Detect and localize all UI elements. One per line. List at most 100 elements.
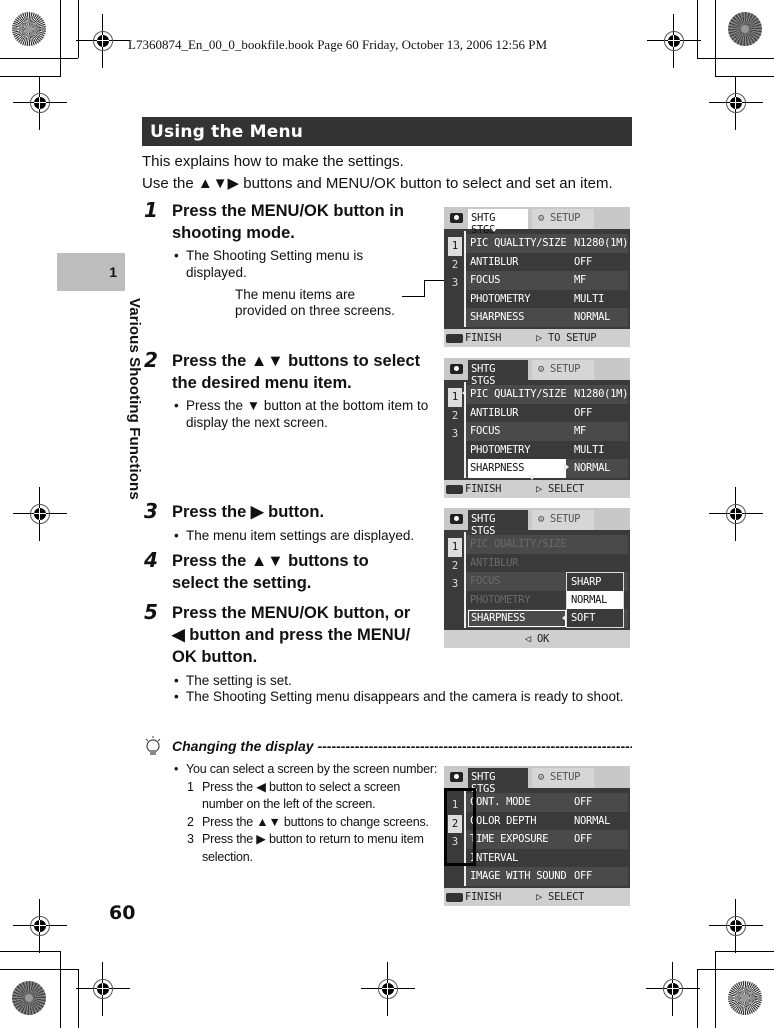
menu-item-value: MULTI <box>574 292 605 305</box>
menu-row: PIC QUALITY/SIZE <box>466 535 628 554</box>
color-target-icon <box>12 12 46 46</box>
menu-button-icon <box>446 893 463 902</box>
menu-item-label: IMAGE WITH SOUND <box>470 870 567 883</box>
menu-button-icon <box>446 334 463 343</box>
screen-footer: FINISH ▷ SELECT <box>444 480 630 498</box>
menu-row: PIC QUALITY/SIZE N1280(1M) <box>466 234 629 253</box>
chapter-number: 1 <box>109 264 117 280</box>
crop-line <box>0 76 60 77</box>
step-bullet: Press the ▼ button at the bottom item to… <box>174 397 436 431</box>
step-title: Press the ▶ button. <box>172 503 325 521</box>
crop-line <box>60 0 61 77</box>
menu-item-label: FOCUS <box>470 575 501 588</box>
menu-item-label: PIC QUALITY/SIZE <box>470 538 567 550</box>
menu-item-value: OFF <box>574 406 593 419</box>
menu-item-label: ANTIBLUR <box>470 556 519 569</box>
screen-number: 3 <box>451 277 459 289</box>
callout-leader <box>402 296 424 297</box>
registration-mark-icon <box>647 14 701 68</box>
screen-footer: FINISH ▷ SELECT <box>444 888 630 906</box>
step-title-line: ◀ button and press the MENU/ <box>172 626 411 644</box>
footer-left: FINISH <box>465 483 502 495</box>
menu-item-value: MF <box>574 425 587 438</box>
menu-list: PIC QUALITY/SIZE N1280(1M) ANTIBLUR OFF FO… <box>466 234 629 327</box>
callout-text: The menu items are provided on three scr… <box>235 287 395 319</box>
down-arrow-icon <box>490 227 498 232</box>
substep-line: Press the ▲▼ buttons to change screens. <box>202 814 429 829</box>
chapter-title: Various Shooting Functions <box>126 298 143 500</box>
step-title-line: the desired menu item. <box>172 374 352 392</box>
tab-setup: ⚙ SETUP <box>532 510 594 530</box>
screen-number: 1 <box>448 237 462 256</box>
menu-item-value: NORMAL <box>574 462 611 475</box>
camera-screen-2: SHTG STGS ⚙ SETUP 1 2 3 PIC QUALITY/SIZE… <box>444 358 630 498</box>
right-arrow-icon <box>564 463 569 471</box>
crop-line <box>697 58 774 59</box>
settings-options: SHARP NORMAL SOFT <box>566 572 624 628</box>
step-title-line: Press the MENU/OK button in <box>172 202 404 220</box>
menu-item-label: INTERVAL <box>470 851 519 864</box>
menu-item-value: OFF <box>574 796 593 808</box>
step-number: 4 <box>144 548 158 572</box>
menu-item-value: N1280(1M) <box>574 388 629 400</box>
substep-number: 1 <box>187 779 194 794</box>
registration-mark-icon <box>13 899 67 953</box>
step-bullet: The menu item settings are displayed. <box>174 527 414 544</box>
menu-row-selected: SHARPNESS NORMAL <box>466 459 628 478</box>
registration-mark-icon <box>646 962 700 1016</box>
menu-list: CONT. MODE OFF COLOR DEPTH NORMAL TIME EXP… <box>466 793 628 886</box>
menu-row: ANTIBLUR <box>466 554 628 573</box>
page-number: 60 <box>109 902 136 924</box>
camera-icon <box>450 514 463 524</box>
footer-ok: ◁ OK <box>524 633 550 645</box>
registration-mark-icon <box>361 962 415 1016</box>
step-number: 2 <box>144 348 158 372</box>
registration-mark-icon <box>709 76 763 130</box>
menu-item-label: PIC QUALITY/SIZE <box>470 388 567 400</box>
menu-row: PHOTOMETRY MULTI <box>466 441 628 460</box>
menu-button-icon <box>446 485 463 494</box>
color-target-icon <box>12 981 46 1015</box>
color-target-icon <box>728 12 762 46</box>
option-soft: SOFT <box>571 612 596 624</box>
menu-row: CONT. MODE OFF <box>466 793 628 812</box>
registration-mark-icon <box>76 962 130 1016</box>
step-number: 1 <box>144 198 158 222</box>
callout-line: provided on three screens. <box>235 303 395 318</box>
menu-item-value: NORMAL <box>574 311 611 324</box>
step-title-line: OK button. <box>172 648 258 666</box>
intro-line: Use the ▲▼▶ buttons and MENU/OK button t… <box>142 175 613 192</box>
menu-item-label: FOCUS <box>470 274 501 287</box>
menu-tabs: SHTG STGS ⚙ SETUP <box>444 766 630 795</box>
footer-right: ▷ TO SETUP <box>536 332 597 344</box>
menu-item-label: PHOTOMETRY <box>470 443 531 456</box>
crop-line <box>78 969 79 1028</box>
tab-shooting-settings: SHTG STGS <box>468 209 528 236</box>
substep-number: 3 <box>187 832 194 846</box>
step-title: Press the MENU/OK button, or ◀ button an… <box>172 602 410 668</box>
registration-mark-icon <box>13 487 67 541</box>
crop-line <box>697 0 698 58</box>
footer-right: ▷ SELECT <box>536 483 585 495</box>
screen-number: 2 <box>451 559 459 572</box>
substep-line: selection. <box>202 849 253 864</box>
tab-shooting-settings: SHTG STGS <box>468 510 528 537</box>
tab-setup: ⚙ SETUP <box>532 360 594 380</box>
step-title-line: Press the ▲▼ buttons to <box>172 552 369 570</box>
camera-icon <box>450 213 463 223</box>
screen-number: 3 <box>451 578 459 590</box>
step-title: Press the ▲▼ buttons to select the desir… <box>172 350 420 394</box>
menu-row: PIC QUALITY/SIZE N1280(1M) <box>466 385 629 404</box>
tip-substep: 3 Press the ▶ button to return to menu i… <box>174 831 437 866</box>
tip-body: You can select a screen by the screen nu… <box>174 761 437 866</box>
crop-line <box>60 951 61 1028</box>
menu-row: FOCUS MF <box>466 422 628 441</box>
menu-row: TIME EXPOSURE OFF <box>466 830 628 849</box>
print-slug: L7360874_En_00_0_bookfile.book Page 60 F… <box>128 37 548 52</box>
step-title: Press the MENU/OK button in shooting mod… <box>172 200 404 244</box>
callout-line: The menu items are <box>235 287 356 302</box>
menu-row: FOCUS MF <box>466 271 628 290</box>
camera-screen-3: SHTG STGS ⚙ SETUP 1 2 3 PIC QUALITY/SIZE… <box>444 508 630 648</box>
step-bullet: The Shooting Setting menu disappears and… <box>174 688 624 705</box>
section-title: Using the Menu <box>142 117 632 146</box>
